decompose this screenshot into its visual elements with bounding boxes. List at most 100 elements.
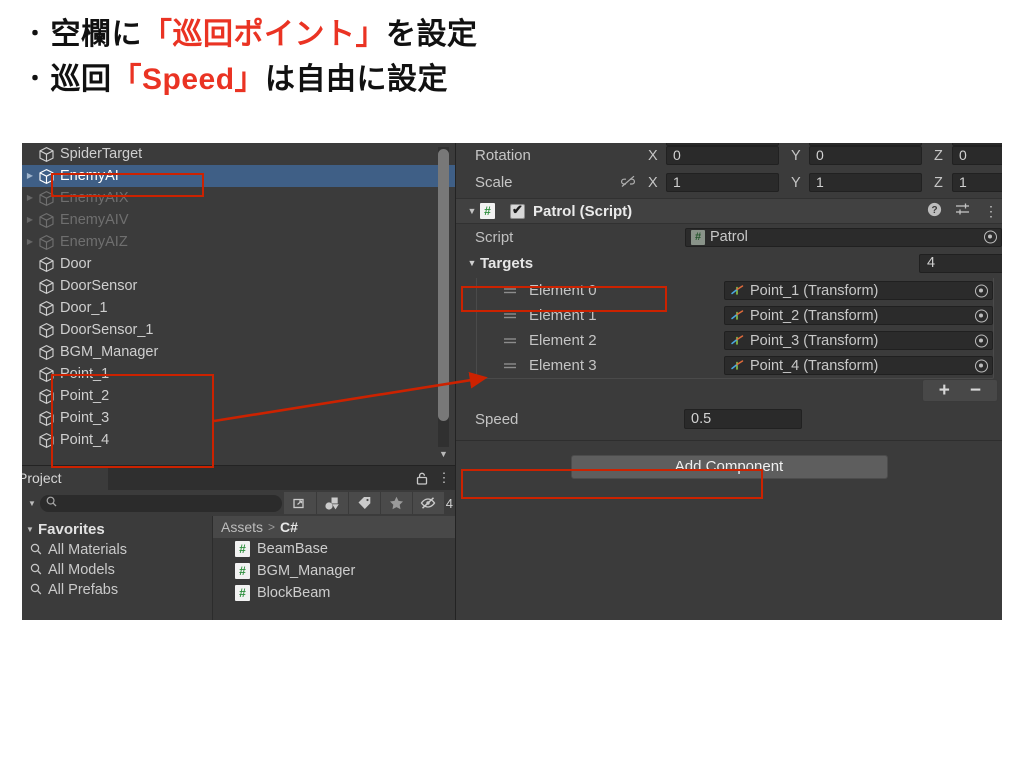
drag-handle-icon[interactable] — [503, 361, 529, 370]
hierarchy-item-point_3[interactable]: Point_3 — [22, 407, 455, 429]
array-buttons[interactable]: + − — [921, 379, 998, 402]
component-header-patrol[interactable]: ▼ # Patrol (Script) ? — [456, 198, 1002, 224]
asset-item-blockbeam[interactable]: # BlockBeam — [213, 582, 455, 604]
hierarchy-item-point_2[interactable]: Point_2 — [22, 385, 455, 407]
scrollbar-thumb[interactable] — [438, 149, 449, 421]
script-field-row[interactable]: Script # Patrol — [456, 224, 1002, 250]
transform-section[interactable]: PositionX0Y2Z10RotationX0Y0Z0ScaleX1Y1Z1 — [456, 143, 1002, 196]
targets-element-row-0[interactable]: Element 0 Point_1 (Transform) — [477, 278, 993, 303]
remove-element-button[interactable]: − — [970, 380, 981, 402]
speed-input[interactable]: 0.5 — [684, 409, 802, 429]
transform-rotation-z[interactable]: 0 — [952, 146, 1002, 165]
tab-project[interactable]: Project — [22, 466, 108, 490]
preset-settings-icon[interactable] — [955, 202, 971, 220]
favorite-item-all-prefabs[interactable]: All Prefabs — [22, 580, 212, 600]
transform-row-rotation[interactable]: Rotation X 0 Y 0 Z 0 — [456, 143, 1002, 169]
toolbar-caret-icon[interactable]: ▼ — [24, 499, 40, 508]
transform-scale-z[interactable]: 1 — [952, 173, 1002, 192]
targets-foldout-row[interactable]: ▼ Targets 4 — [456, 250, 1002, 276]
asset-item-label: BlockBeam — [257, 585, 331, 601]
hierarchy-item-enemyai[interactable]: ▶ EnemyAI — [22, 165, 455, 187]
targets-array-size-field[interactable]: 4 — [919, 253, 1002, 273]
hierarchy-item-point_1[interactable]: Point_1 — [22, 363, 455, 385]
hierarchy-item-enemyaiz[interactable]: ▶ EnemyAIZ — [22, 231, 455, 253]
asset-item-beambase[interactable]: # BeamBase — [213, 538, 455, 560]
targets-element-row-2[interactable]: Element 2 Point_3 (Transform) — [477, 328, 993, 353]
add-element-button[interactable]: + — [939, 380, 950, 402]
hierarchy-item-enemyaiv[interactable]: ▶ EnemyAIV — [22, 209, 455, 231]
hierarchy-list[interactable]: SpiderTarget ▶ EnemyAI ▶ EnemyAIX ▶ EnemyAIV ▶ E… — [22, 143, 455, 451]
lock-icon[interactable] — [411, 466, 433, 490]
asset-type-filter-icon[interactable] — [315, 492, 348, 514]
chevron-right-icon[interactable]: ▶ — [22, 231, 38, 253]
transform-rotation-y[interactable]: 0 — [809, 146, 922, 165]
kebab-menu-icon[interactable]: ⋮ — [433, 466, 455, 490]
label-tag-icon[interactable] — [347, 492, 380, 514]
object-picker-icon[interactable] — [984, 230, 997, 244]
breadcrumb-root[interactable]: Assets — [221, 519, 263, 535]
component-enabled-checkbox[interactable] — [510, 202, 525, 219]
search-input[interactable] — [61, 496, 276, 510]
hierarchy-panel[interactable]: SpiderTarget ▶ EnemyAI ▶ EnemyAIX ▶ EnemyAIV ▶ E… — [22, 143, 455, 465]
favorite-item-all-models[interactable]: All Models — [22, 560, 212, 580]
transform-scale-x[interactable]: 1 — [666, 173, 779, 192]
drag-handle-icon[interactable] — [503, 286, 529, 295]
drag-handle-icon[interactable] — [503, 336, 529, 345]
scale-link-off-icon[interactable] — [620, 175, 648, 191]
favorites-header[interactable]: ▼ Favorites — [22, 519, 212, 540]
targets-element-row-1[interactable]: Element 1 Point_2 (Transform) — [477, 303, 993, 328]
hidden-objects-icon[interactable] — [411, 492, 444, 514]
svg-text:?: ? — [931, 205, 937, 216]
transform-row-scale[interactable]: Scale X 1 Y 1 Z 1 — [456, 169, 1002, 196]
favorites-list[interactable]: All Materials All Models All Prefabs — [22, 540, 212, 600]
scroll-down-arrow-icon[interactable]: ▼ — [438, 449, 449, 459]
object-picker-icon[interactable] — [975, 309, 988, 322]
transform-scale-y[interactable]: 1 — [809, 173, 922, 192]
object-picker-icon[interactable] — [975, 334, 988, 347]
element-rows[interactable]: Element 0 Point_1 (Transform) Element 1 Poi… — [477, 278, 993, 378]
hierarchy-item-doorsensor[interactable]: DoorSensor — [22, 275, 455, 297]
breadcrumb-current[interactable]: C# — [280, 519, 298, 535]
kebab-menu-icon[interactable]: ⋮ — [984, 203, 998, 220]
help-icon[interactable]: ? — [927, 202, 942, 220]
chevron-right-icon[interactable]: ▶ — [22, 209, 38, 231]
hierarchy-item-bgm_manager[interactable]: BGM_Manager — [22, 341, 455, 363]
asset-item-bgm_manager[interactable]: # BGM_Manager — [213, 560, 455, 582]
hierarchy-item-door_1[interactable]: Door_1 — [22, 297, 455, 319]
element-object-field[interactable]: Point_4 (Transform) — [724, 356, 993, 375]
search-expand-icon[interactable] — [283, 492, 316, 514]
hierarchy-item-point_4[interactable]: Point_4 — [22, 429, 455, 451]
targets-element-list[interactable]: Element 0 Point_1 (Transform) Element 1 Poi… — [476, 278, 994, 379]
element-object-field[interactable]: Point_1 (Transform) — [724, 281, 993, 300]
object-picker-icon[interactable] — [975, 284, 988, 297]
transform-row-label: Rotation — [475, 147, 531, 164]
drag-handle-icon[interactable] — [503, 311, 529, 320]
object-picker-icon[interactable] — [975, 359, 988, 372]
speed-field-row[interactable]: Speed 0.5 — [456, 405, 1002, 433]
search-icon — [30, 583, 42, 598]
favorite-star-icon[interactable] — [379, 492, 412, 514]
hierarchy-item-enemyaix[interactable]: ▶ EnemyAIX — [22, 187, 455, 209]
favorites-pane[interactable]: ▼ Favorites All Materials All Models All P… — [22, 516, 212, 620]
transform-rotation-x[interactable]: 0 — [666, 146, 779, 165]
script-object-field[interactable]: # Patrol — [685, 227, 1002, 247]
add-component-button[interactable]: Add Component — [570, 455, 888, 479]
breadcrumb[interactable]: Assets > C# — [213, 516, 455, 538]
targets-element-row-3[interactable]: Element 3 Point_4 (Transform) — [477, 353, 993, 378]
element-object-field[interactable]: Point_2 (Transform) — [724, 306, 993, 325]
hierarchy-item-door[interactable]: Door — [22, 253, 455, 275]
hierarchy-scrollbar[interactable] — [438, 147, 449, 447]
project-search-box[interactable] — [40, 494, 282, 512]
chevron-down-icon[interactable]: ▼ — [464, 258, 480, 268]
asset-pane[interactable]: Assets > C# # BeamBase # BGM_Manager # BlockB… — [212, 516, 455, 620]
axis-label-y: Y — [791, 143, 809, 144]
chevron-right-icon[interactable]: ▶ — [22, 187, 38, 209]
asset-list[interactable]: # BeamBase # BGM_Manager # BlockBeam — [213, 538, 455, 604]
chevron-down-icon[interactable]: ▼ — [464, 206, 480, 216]
chevron-down-icon[interactable]: ▼ — [22, 525, 38, 534]
hierarchy-item-spidertarget[interactable]: SpiderTarget — [22, 143, 455, 165]
chevron-right-icon[interactable]: ▶ — [22, 165, 38, 187]
element-object-field[interactable]: Point_3 (Transform) — [724, 331, 993, 350]
hierarchy-item-doorsensor_1[interactable]: DoorSensor_1 — [22, 319, 455, 341]
favorite-item-all-materials[interactable]: All Materials — [22, 540, 212, 560]
